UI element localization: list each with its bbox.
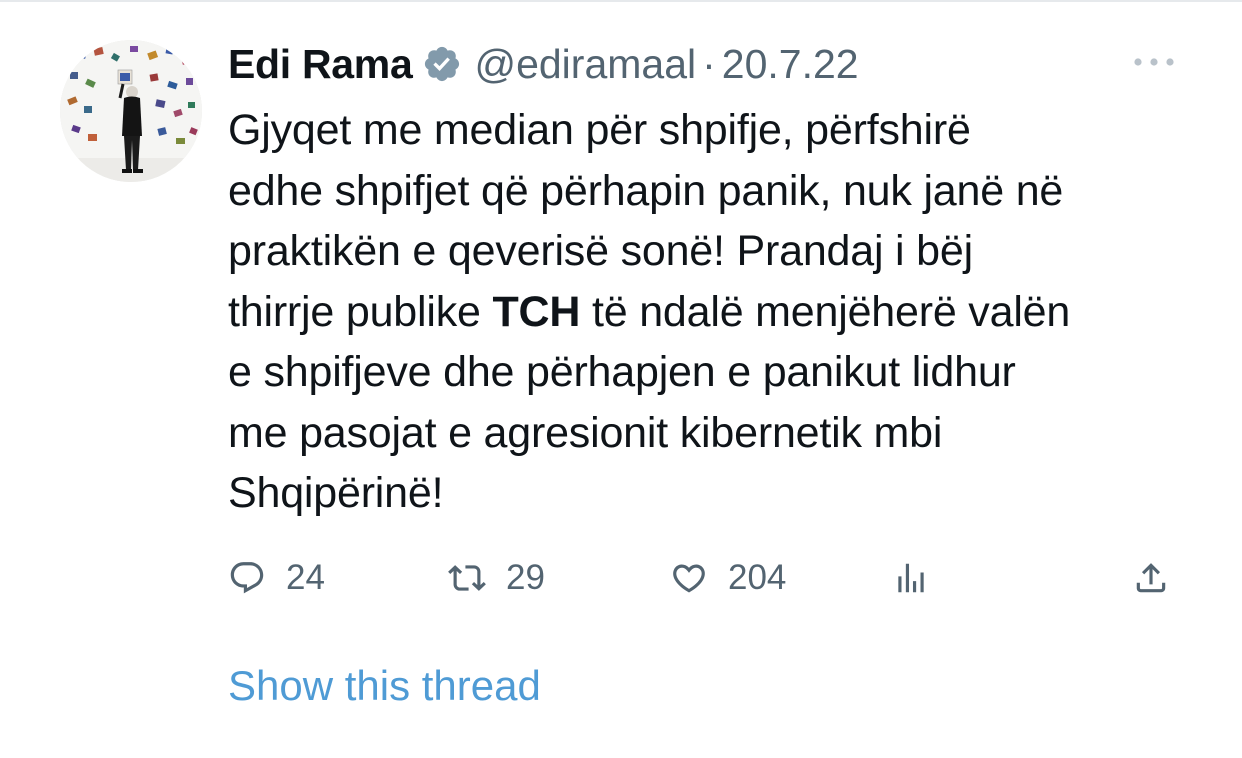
reply-count: 24	[286, 558, 325, 597]
tweet-text-run: të ndalë menjëherë valën	[580, 287, 1071, 336]
views-button[interactable]	[892, 548, 930, 608]
retweet-icon	[448, 565, 486, 591]
tweet-text-run: Shqipërinë!	[228, 469, 444, 517]
tweet-text-line: Shqipërinë!	[228, 463, 1218, 524]
retweet-count: 29	[506, 558, 545, 597]
retweet-button[interactable]: 29	[448, 548, 545, 608]
tweet-text-run: edhe shpifjet që përhapin panik, nuk jan…	[228, 166, 1064, 215]
tweet-text-line: praktikën e qeverisë sonë! Prandaj i bëj	[228, 221, 1218, 282]
share-icon	[1136, 563, 1166, 593]
tweet-text-run: praktikën e qeverisë sonë! Prandaj i bëj	[228, 227, 973, 275]
verified-badge-icon	[422, 44, 462, 84]
author-handle[interactable]: @ediramaal	[474, 41, 696, 88]
avatar-image	[60, 40, 202, 182]
reply-icon	[230, 562, 264, 594]
tweet-card: Edi Rama @ediramaal · 20.7.22 Gjyqet me …	[0, 0, 1242, 758]
tweet-date[interactable]: 20.7.22	[722, 41, 859, 88]
analytics-icon	[898, 563, 924, 593]
more-options-icon[interactable]	[1130, 50, 1178, 74]
tweet-actions: 24 29 204	[228, 548, 1188, 608]
author-name[interactable]: Edi Rama	[228, 41, 413, 88]
tweet-header: Edi Rama @ediramaal · 20.7.22	[228, 36, 859, 92]
tweet-text-run: Gjyqet me median për shpifje, përfshirë	[228, 106, 971, 154]
tweet-text-line: thirrje publike TCH të ndalë menjëherë v…	[228, 282, 1218, 343]
tweet-text-bold: TCH	[492, 287, 581, 336]
tweet-text-run: me pasojat e agresionit kibernetik mbi	[228, 408, 943, 457]
show-thread-link[interactable]: Show this thread	[228, 662, 541, 710]
like-count: 204	[728, 558, 787, 597]
tweet-text-run: thirrje publike	[228, 287, 493, 336]
tweet-text-line: Gjyqet me median për shpifje, përfshirë	[228, 100, 1218, 161]
header-separator: ·	[702, 40, 716, 87]
share-button[interactable]	[1132, 548, 1170, 608]
tweet-text: Gjyqet me median për shpifje, përfshirë e…	[228, 100, 1218, 524]
avatar[interactable]	[60, 40, 202, 182]
heart-icon	[673, 564, 705, 593]
reply-button[interactable]: 24	[228, 548, 325, 608]
tweet-text-line: me pasojat e agresionit kibernetik mbi	[228, 403, 1218, 464]
tweet-text-line: edhe shpifjet që përhapin panik, nuk jan…	[228, 161, 1218, 222]
tweet-text-run: e shpifjeve dhe përhapjen e panikut lidh…	[228, 348, 1016, 396]
tweet-text-line: e shpifjeve dhe përhapjen e panikut lidh…	[228, 342, 1218, 403]
like-button[interactable]: 204	[670, 548, 786, 608]
